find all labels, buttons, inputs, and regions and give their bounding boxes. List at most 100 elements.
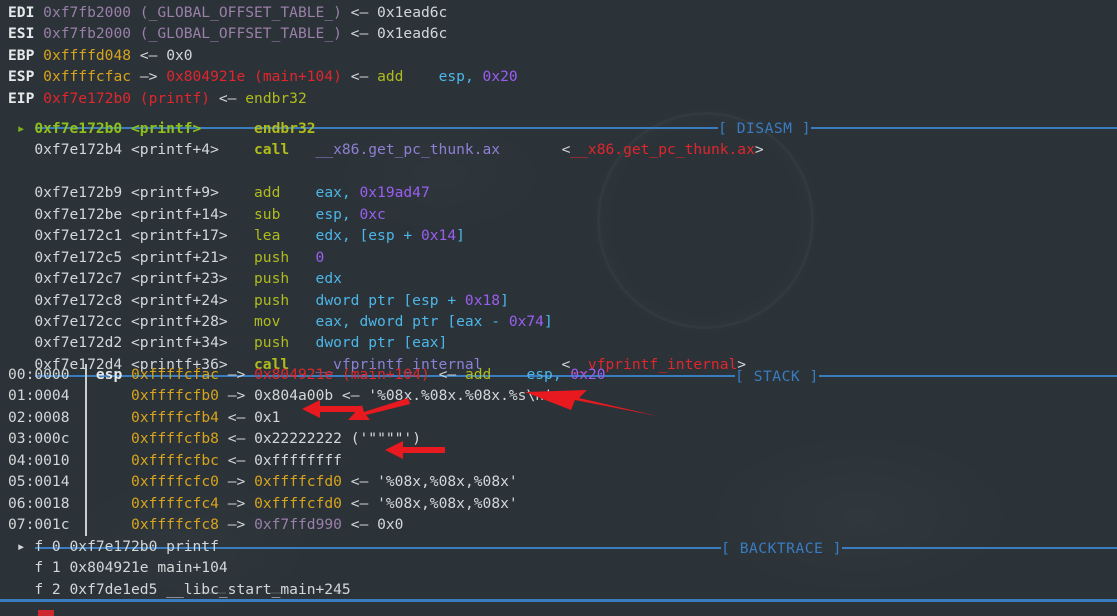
disasm-mnemonic: push [254,248,316,266]
arrow-format-string [525,390,657,416]
stack-address: 0xffffcfc4 [131,494,219,512]
disasm-operand-imm: 0x19ad47 [359,184,430,202]
stack-value: 0xffffcfd0 [254,494,342,512]
deref-arrow-icon: <— [429,366,465,383]
section-separator-stack: [ STACK ] [0,344,1117,385]
disasm-operand-imm: 0x74 [508,312,544,330]
current-instruction-marker-icon [8,141,34,158]
register-name: ESP [8,68,44,86]
current-instruction-marker-icon [8,292,34,309]
disasm-address: 0xf7e172c1 <printf+17> [34,227,255,245]
deref-arrow-icon: <— [341,4,378,21]
register-deref-value: 0x0 [166,46,193,64]
stack-register-label [96,430,131,447]
register-value: 0xf7fb2000 (_GLOBAL_OFFSET_TABLE_) [43,25,342,43]
current-frame-marker-icon [8,559,34,576]
deref-arrow-icon: <— [341,494,378,512]
disasm-row: 0xf7e172b9 <printf+9> add eax, 0x19ad47 [0,182,764,203]
disasm-operands: __x86.get_pc_thunk.ax [315,141,501,159]
stack-register-label [96,409,131,426]
stack-row: 06:0018 0xffffcfc4 —> 0xffffcfd0 <— '%08… [0,493,606,514]
deref-arrow-icon: <— [218,451,255,469]
stack-deref-value: '%08x,%08x,%08x' [377,473,518,491]
stack-row: 05:0014 0xffffcfc0 —> 0xffffcfd0 <— '%08… [0,471,606,492]
points-to-arrow-icon: —> [131,68,167,86]
deref-arrow-icon: <— [341,68,378,86]
stack-register-label [96,387,131,404]
backtrace-frame-text: f 2 0xf7de1ed5 __libc_start_main+245 [34,580,351,598]
disasm-row: 0xf7e172cc <printf+28> mov eax, dword pt… [0,311,764,332]
section-separator-disasm: [ DISASM ] [0,96,1117,137]
bottom-separator [0,599,1117,602]
disasm-address: 0xf7e172c7 <printf+23> [34,270,255,288]
deref-arrow-icon: <— [341,473,378,491]
points-to-arrow-icon: —> [218,366,255,383]
backtrace-row: f 1 0x804921e main+104 [0,557,351,578]
disasm-operand-imm: 0x18 [464,291,501,309]
disasm-mnemonic: call [254,141,316,159]
points-to-arrow-icon: —> [218,494,255,512]
disasm-comment: __x86.get_pc_thunk.ax [570,141,755,159]
register-value: 0xf7fb2000 (_GLOBAL_OFFSET_TABLE_) [43,4,342,21]
disasm-address: 0xf7e172b4 <printf+4> [34,141,255,159]
disasm-row: 0xf7e172c7 <printf+23> push edx [0,268,764,289]
registers-panel: EDI 0xf7fb2000 (_GLOBAL_OFFSET_TABLE_) <… [0,2,518,109]
stack-value: 0xffffcfd0 [254,473,342,491]
current-frame-marker-icon [8,581,34,598]
disasm-operands: eax, [315,184,360,202]
register-target: 0x804921e (main+104) [166,68,342,86]
disasm-mnemonic: push [254,270,316,288]
disasm-mnemonic: add [254,184,316,202]
prompt-caret[interactable] [38,610,54,616]
stack-offset-index: 05:0014 [8,473,70,491]
register-deref-value: 0x1ead6c [377,4,448,21]
disasm-address: 0xf7e172c8 <printf+24> [34,291,255,309]
stack-row: 04:0010 0xffffcfbc <— 0xffffffff [0,450,606,471]
arrow-stack-value-one-b [348,398,410,420]
stack-deref-value: 0x1 [254,408,281,426]
stack-register-label [96,495,131,512]
current-instruction-marker-icon [8,227,34,244]
backtrace-row: ▸ f 0 0xf7e172b0 printf [0,536,351,557]
disasm-operands: ] [543,312,553,330]
stack-value: 0x804921e (main+104) [254,366,430,383]
disasm-mnemonic: push [254,291,316,309]
comment-bracket: > [754,141,764,159]
stack-offset-index: 06:0018 [8,494,70,512]
disasm-row: ▸ 0xf7e172b0 <printf> endbr32 [0,118,764,139]
stack-offset-index: 03:000c [8,430,70,448]
disasm-operands: edx, [esp + [315,227,421,245]
register-value: 0xffffd048 [43,46,132,64]
register-deref-value: 0x1ead6c [377,25,448,43]
stack-operand: esp, [526,366,571,383]
disasm-address: 0xf7e172cc <printf+28> [34,312,255,330]
section-separator-backtrace: [ BACKTRACE ] [0,516,1117,557]
deref-arrow-icon: <— [218,430,255,448]
register-row: ESP 0xffffcfac —> 0x804921e (main+104) <… [0,66,518,87]
current-instruction-marker-icon: ▸ [8,120,35,137]
current-frame-marker-icon: ▸ [8,538,35,555]
disasm-mnemonic: lea [254,227,316,245]
stack-register-label [96,452,131,469]
backtrace-frame-text: f 1 0x804921e main+104 [34,559,228,577]
disasm-operands: ] [456,227,465,245]
separator-line-right [811,127,1117,130]
register-row: EDI 0xf7fb2000 (_GLOBAL_OFFSET_TABLE_) <… [0,2,518,23]
current-instruction-marker-icon [8,249,34,266]
register-row: EBP 0xffffd048 <— 0x0 [0,45,518,66]
backtrace-panel: ▸ f 0 0xf7e172b0 printf f 1 0x804921e ma… [0,536,351,600]
disasm-address: 0xf7e172be <printf+14> [34,205,255,223]
current-instruction-marker-icon [8,206,34,223]
deref-arrow-icon: <— [131,46,167,64]
current-instruction-marker-icon [8,270,34,287]
stack-mnemonic: add [464,366,527,383]
current-instruction-marker-icon [8,313,34,330]
disasm-mnemonic: endbr32 [254,120,316,137]
stack-row: 00:0000 esp 0xffffcfac —> 0x804921e (mai… [0,364,606,385]
backtrace-row: f 2 0xf7de1ed5 __libc_start_main+245 [0,579,351,600]
register-value: 0xffffcfac [43,68,132,86]
